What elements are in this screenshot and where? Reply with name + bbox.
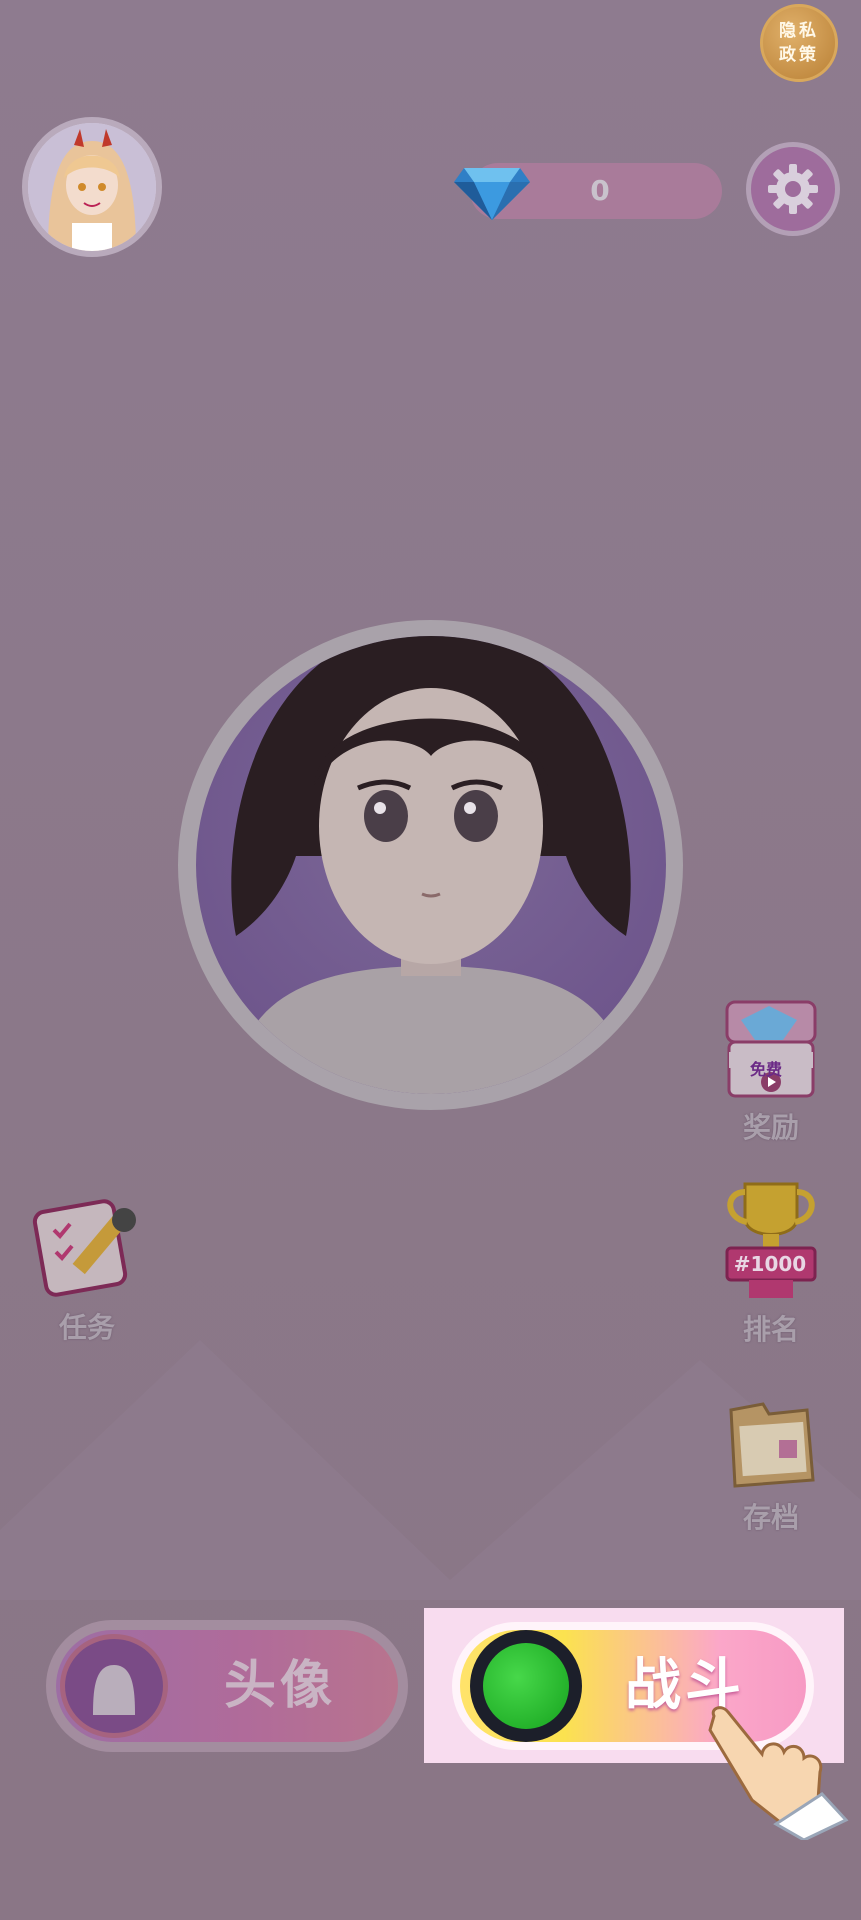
profile-avatar-image: [28, 123, 156, 251]
profile-avatar[interactable]: [22, 117, 162, 257]
rewards-label: 奖励: [742, 1111, 799, 1144]
gear-icon: [768, 164, 818, 214]
privacy-policy-button[interactable]: 隐私 政策: [760, 4, 838, 82]
privacy-policy-line1: 隐私: [779, 21, 819, 41]
tasks-button[interactable]: 任务: [32, 1196, 142, 1346]
ranking-button[interactable]: #1000 排名: [716, 1178, 826, 1348]
gem-icon: [454, 168, 530, 220]
folder-icon: [729, 1402, 815, 1488]
avatar-silhouette-icon: [60, 1634, 168, 1738]
avatar-button-label: 头像: [223, 1656, 336, 1716]
radar-icon: [470, 1630, 582, 1742]
ranking-label: 排名: [742, 1313, 799, 1346]
archive-button[interactable]: 存档: [716, 1400, 826, 1536]
checklist-icon: [32, 1199, 136, 1297]
archive-label: 存档: [742, 1501, 799, 1534]
gem-count: 0: [590, 174, 610, 207]
ranking-badge: #1000: [733, 1252, 807, 1276]
tasks-label: 任务: [58, 1311, 115, 1344]
pointing-hand-icon: [708, 1706, 849, 1840]
gift-box-icon: [725, 1000, 817, 1098]
settings-button[interactable]: [746, 142, 840, 236]
rewards-badge: 免费: [750, 1060, 783, 1079]
rewards-button[interactable]: 免费 奖励: [716, 1000, 826, 1146]
character-portrait: [196, 636, 666, 1094]
privacy-policy-line2: 政策: [779, 45, 819, 65]
character-illustration: [231, 636, 631, 1094]
trophy-icon: [725, 1182, 817, 1298]
